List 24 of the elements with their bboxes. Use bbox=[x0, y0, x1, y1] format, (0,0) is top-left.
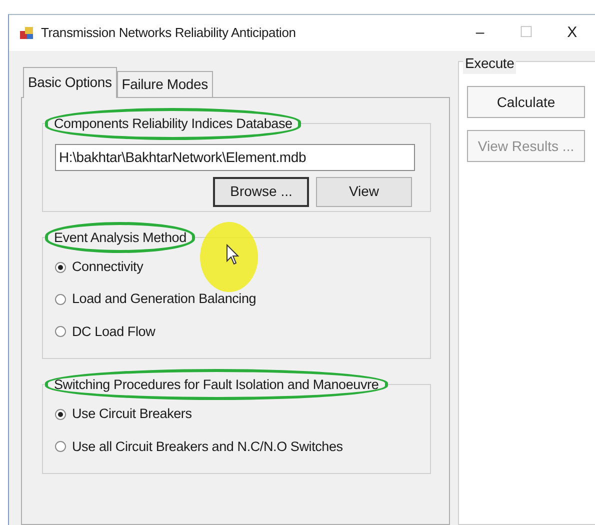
close-button[interactable]: X bbox=[549, 22, 595, 44]
highlighted-group-title: Switching Procedures for Fault Isolation and Manoeuvre bbox=[45, 368, 388, 400]
radio-label[interactable]: Load and Generation Balancing bbox=[72, 289, 256, 310]
tab[interactable]: Basic Options bbox=[23, 67, 117, 98]
highlighted-group-title: Event Analysis Method bbox=[45, 222, 196, 254]
radio-button[interactable] bbox=[55, 441, 66, 452]
window-title: Transmission Networks Reliability Anticipation bbox=[41, 24, 296, 42]
radio-label[interactable]: Use Circuit Breakers bbox=[72, 404, 192, 425]
app-icon bbox=[19, 25, 35, 41]
radio-button[interactable] bbox=[55, 294, 66, 305]
tab[interactable]: Failure Modes bbox=[116, 71, 213, 97]
cursor-icon bbox=[226, 244, 240, 266]
radio-label[interactable]: Connectivity bbox=[72, 257, 144, 278]
radio-button[interactable] bbox=[55, 409, 66, 420]
highlighted-group-title: Components Reliability Indices Database bbox=[45, 108, 302, 140]
browse-button[interactable]: Browse ... bbox=[213, 176, 310, 207]
radio-button[interactable] bbox=[55, 326, 66, 338]
radio-label[interactable]: DC Load Flow bbox=[72, 322, 156, 342]
calculate-button[interactable]: Calculate bbox=[467, 86, 585, 118]
view-button[interactable]: View bbox=[316, 176, 412, 207]
path-field[interactable]: H:\bakhtar\BakhtarNetwork\Element.mdb bbox=[55, 144, 415, 171]
radio-label[interactable]: Use all Circuit Breakers and N.C/N.O Switches bbox=[72, 436, 343, 457]
radio-button[interactable] bbox=[55, 262, 66, 273]
minimize-button[interactable]: – bbox=[457, 22, 503, 44]
